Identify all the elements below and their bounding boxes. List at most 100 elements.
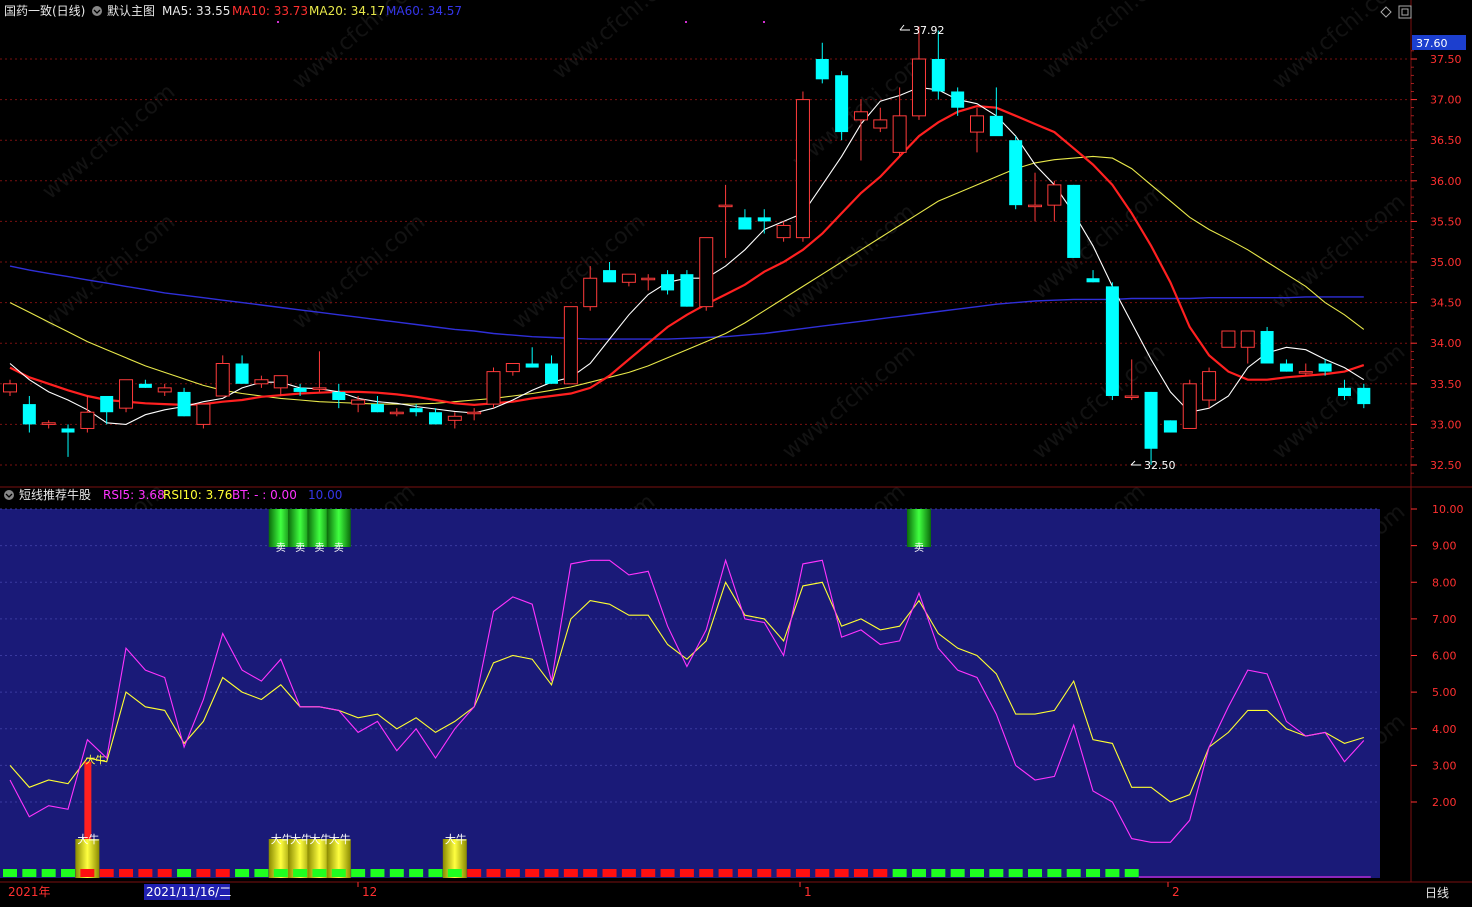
current-price-label: 37.60 bbox=[1416, 37, 1448, 50]
strip-cell bbox=[834, 869, 849, 877]
candle bbox=[1163, 420, 1177, 433]
ma60-value: MA60: 34.57 bbox=[386, 4, 462, 18]
candle-body bbox=[447, 415, 462, 421]
candle-body bbox=[873, 119, 888, 129]
stock-name[interactable]: 国药一致(日线) bbox=[4, 4, 85, 18]
candle-body bbox=[196, 403, 211, 425]
strip-cell bbox=[641, 869, 656, 877]
candle-body bbox=[1028, 204, 1043, 208]
strip-cell bbox=[99, 869, 114, 877]
strip-cell bbox=[757, 869, 772, 877]
candle bbox=[680, 270, 694, 307]
strip-cell bbox=[61, 869, 76, 877]
price-tick-label: 36.50 bbox=[1430, 134, 1462, 147]
strip-cell bbox=[312, 869, 327, 877]
sell-signal-label: 卖 bbox=[334, 542, 344, 554]
candle bbox=[196, 403, 211, 429]
strip-cell bbox=[563, 869, 578, 877]
candle-body bbox=[138, 383, 152, 388]
indicator-tick-label: 3.00 bbox=[1432, 759, 1457, 772]
candle-body bbox=[273, 375, 288, 389]
candle-body bbox=[467, 411, 482, 415]
candle bbox=[1182, 379, 1197, 429]
candle-body bbox=[1202, 371, 1217, 401]
candle bbox=[1260, 326, 1274, 364]
template-name[interactable]: 默认主图 bbox=[107, 3, 155, 18]
candle bbox=[177, 387, 191, 417]
candle bbox=[795, 91, 810, 242]
strip-cell bbox=[1124, 869, 1139, 877]
candle-body bbox=[1009, 140, 1023, 206]
strip-cell bbox=[177, 869, 192, 877]
candle-body bbox=[603, 270, 617, 283]
strip-cell bbox=[873, 869, 888, 877]
period-label[interactable]: 日线 bbox=[1425, 886, 1449, 900]
sell-signal-bar bbox=[326, 509, 351, 547]
strip-cell bbox=[950, 869, 965, 877]
candle-body bbox=[1260, 331, 1274, 364]
candle-body bbox=[1163, 420, 1177, 433]
candle-body bbox=[41, 422, 56, 425]
candle-body bbox=[1221, 330, 1236, 348]
candle-body bbox=[389, 411, 404, 415]
candle-body bbox=[312, 387, 327, 390]
strip-cell bbox=[1086, 869, 1101, 877]
candle-body bbox=[661, 274, 675, 291]
strip-cell bbox=[911, 869, 926, 877]
stock-chart[interactable]: www.cfchi.comwww.cfchi.comwww.cfchi.comw… bbox=[0, 0, 1472, 903]
candle bbox=[1009, 136, 1023, 210]
price-tick-label: 35.00 bbox=[1430, 256, 1462, 269]
indicator-tick-label: 4.00 bbox=[1432, 723, 1457, 736]
candle-body bbox=[776, 224, 791, 239]
strip-cell bbox=[331, 869, 346, 877]
high-marker-label: 37.92 bbox=[913, 24, 945, 37]
candle-body bbox=[428, 412, 442, 425]
candle-body bbox=[951, 91, 965, 108]
bt-value: BT: - : 0.00 bbox=[232, 488, 297, 502]
indicator-tick-label: 8.00 bbox=[1432, 576, 1457, 589]
candle-body bbox=[100, 395, 114, 413]
candle-body bbox=[293, 387, 307, 392]
candle-body bbox=[1182, 383, 1197, 429]
price-tick-label: 37.00 bbox=[1430, 94, 1462, 107]
event-dot bbox=[277, 21, 279, 23]
strip-cell bbox=[447, 869, 462, 877]
strip-cell bbox=[1028, 869, 1043, 877]
candle-body bbox=[157, 387, 172, 393]
candle-body bbox=[1144, 391, 1158, 449]
candle-body bbox=[370, 404, 384, 413]
strip-cell bbox=[1105, 869, 1120, 877]
candle bbox=[835, 71, 849, 141]
strip-cell bbox=[776, 869, 791, 877]
candle-body bbox=[699, 237, 714, 308]
strip-cell bbox=[1008, 869, 1023, 877]
month-2-label: 2 bbox=[1172, 885, 1180, 899]
candle-body bbox=[1124, 395, 1139, 398]
month-12-label: 12 bbox=[362, 885, 377, 899]
price-tick-label: 32.50 bbox=[1430, 459, 1462, 472]
candle-body bbox=[351, 399, 366, 405]
candle-body bbox=[718, 204, 733, 208]
template-dropdown-icon[interactable] bbox=[92, 6, 102, 16]
candle bbox=[486, 367, 501, 409]
strip-cell bbox=[215, 869, 230, 877]
candle-body bbox=[409, 408, 423, 413]
strip-cell bbox=[544, 869, 559, 877]
indicator-tick-label: 9.00 bbox=[1432, 540, 1457, 553]
strip-cell bbox=[41, 869, 56, 877]
strip-cell bbox=[254, 869, 269, 877]
strip-cell bbox=[718, 869, 733, 877]
indicator-dropdown-icon[interactable] bbox=[4, 490, 14, 500]
candle bbox=[119, 379, 134, 413]
price-tick-label: 34.50 bbox=[1430, 297, 1462, 310]
indicator-name[interactable]: 短线推荐牛股 bbox=[19, 487, 91, 502]
chart-window: www.cfchi.com www.cfchi.com www.cfchi.com w… bbox=[0, 0, 1472, 903]
candle-body bbox=[332, 391, 346, 401]
candle-body bbox=[1105, 286, 1119, 396]
ma20-value: MA20: 34.17 bbox=[309, 4, 385, 18]
indicator-panel-background bbox=[0, 509, 1380, 878]
strip-cell bbox=[3, 869, 17, 877]
strip-cell bbox=[273, 869, 288, 877]
event-dot bbox=[763, 21, 765, 23]
ma10-value: MA10: 33.73 bbox=[232, 4, 308, 18]
